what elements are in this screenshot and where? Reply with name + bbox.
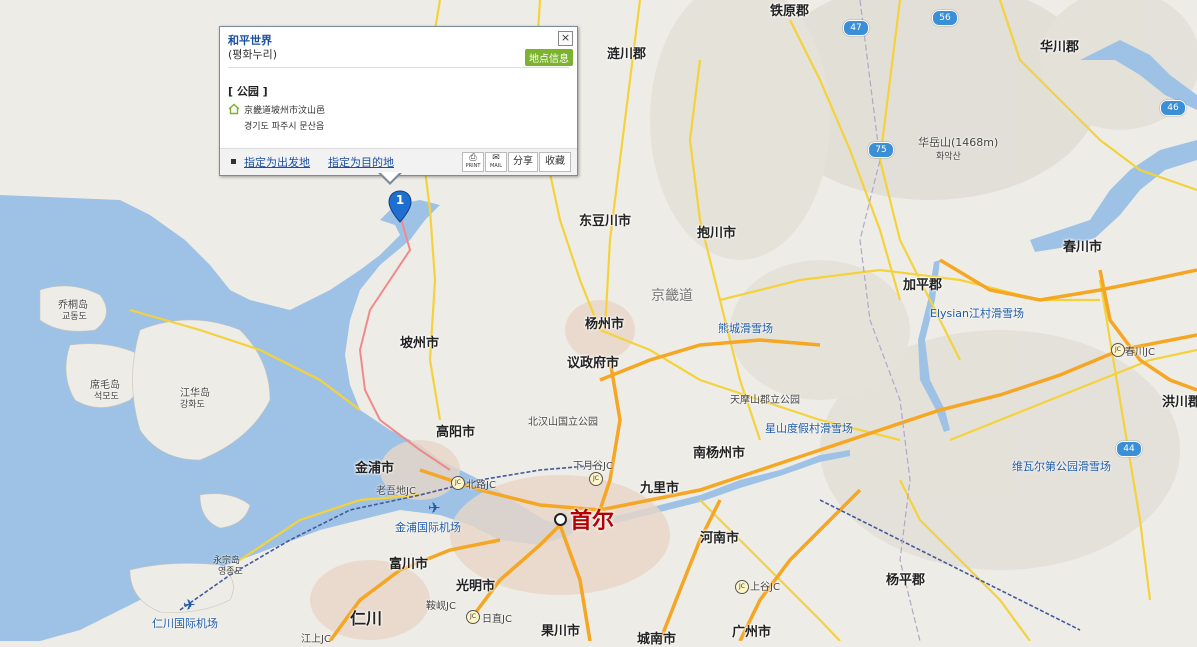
label-hongcheon: 洪川郡: [1162, 395, 1197, 410]
close-icon[interactable]: ×: [558, 31, 573, 46]
junction-icon: JC: [735, 580, 749, 594]
route-shield-75: 75: [868, 142, 894, 158]
label-gyeonggi: 京畿道: [651, 288, 693, 304]
marker-number: 1: [395, 193, 405, 207]
location-marker[interactable]: 1: [387, 190, 413, 224]
airport-icon: ✈: [183, 596, 196, 614]
place-info-button[interactable]: 地点信息: [525, 49, 573, 66]
airport-icon: ✈: [428, 499, 441, 517]
favorite-button[interactable]: 收藏: [539, 152, 571, 172]
label-iljik-jc: 日直JC: [482, 614, 512, 625]
label-star-hill: 星山度假村滑雪场: [765, 422, 853, 435]
label-chuncheon-jc: 春川JC: [1125, 347, 1155, 358]
label-bucheon: 富川市: [389, 557, 429, 572]
label-namyangju: 南杨州市: [693, 446, 746, 461]
junction-icon: JC: [589, 472, 603, 486]
label-goyang: 高阳市: [436, 425, 476, 440]
label-yeongjong-kr: 영종도: [218, 567, 243, 577]
junction-icon: JC: [466, 610, 480, 624]
home-icon: [228, 103, 240, 115]
label-yangju: 杨州市: [585, 317, 625, 332]
label-yeoncheon: 涟川郡: [607, 47, 647, 62]
label-gwangmyeong: 光明市: [456, 579, 496, 594]
label-bear-town: 熊城滑雪场: [718, 322, 773, 335]
place-subtitle: (평화누리): [228, 48, 278, 61]
label-gwacheon: 果川市: [541, 624, 581, 639]
address-chinese: 京畿道坡州市汶山邑: [244, 106, 326, 116]
printer-icon: ⎙: [469, 153, 477, 163]
label-seongnam: 城南市: [637, 632, 677, 647]
label-elysian: Elysian江村滑雪场: [930, 307, 1025, 320]
label-hwaaksan-kr: 화악산: [936, 152, 961, 162]
share-button[interactable]: 分享: [508, 152, 538, 172]
divider: [228, 67, 569, 68]
label-ganghwa-kr: 강화도: [180, 400, 205, 410]
popup-pointer-fill: [380, 172, 400, 182]
label-gimpo: 金浦市: [355, 461, 395, 476]
route-shield-47: 47: [843, 20, 869, 36]
label-hwacheon: 华川郡: [1040, 40, 1080, 55]
place-category: [ 公园 ]: [228, 85, 268, 98]
label-pocheon: 抱川市: [697, 226, 737, 241]
label-gapyeong: 加平郡: [903, 278, 943, 293]
label-seoul: 首尔: [570, 509, 615, 534]
popup-footer: 指定为出发地 指定为目的地 ⎙ PRINT ✉ MAIL 分享 收藏: [220, 148, 577, 175]
label-incheon-airport: 仁川国际机场: [152, 617, 218, 630]
label-incheon: 仁川: [350, 609, 383, 628]
label-cheonmasan: 天摩山郡立公园: [730, 395, 800, 406]
route-shield-46: 46: [1160, 100, 1186, 116]
route-shield-44: 44: [1116, 441, 1142, 457]
print-button[interactable]: ⎙ PRINT: [462, 152, 484, 172]
mail-button[interactable]: ✉ MAIL: [485, 152, 507, 172]
set-start-link[interactable]: 指定为出发地: [244, 154, 310, 170]
capital-icon: [554, 513, 567, 526]
label-yangpyeong: 杨平郡: [886, 573, 926, 588]
label-paju: 坡州市: [400, 336, 440, 351]
mail-icon: ✉: [492, 153, 500, 163]
label-chuncheon: 春川市: [1063, 240, 1103, 255]
label-vivaldi: 维瓦尔第公园滑雪场: [1012, 460, 1111, 473]
label-gwangju: 广州市: [732, 625, 772, 640]
label-nooji-jc: 老吾地JC: [376, 486, 416, 497]
label-bukno-jc: 北路JC: [466, 480, 496, 491]
label-hawolgok-jc: 下月谷JC: [573, 461, 613, 472]
label-sangok-jc: 上谷JC: [750, 582, 780, 593]
label-bukhansan: 北汉山国立公园: [528, 417, 598, 428]
label-gimpo-airport: 金浦国际机场: [395, 521, 461, 534]
address-korean: 경기도 파주시 문산읍: [244, 122, 325, 132]
label-anhyeon-jc: 鞍岘JC: [426, 601, 456, 612]
place-info-popup: 和平世界 (평화누리) × 地点信息 [ 公园 ] 京畿道坡州市汶山邑 경기도 …: [219, 26, 578, 176]
label-hanam: 河南市: [700, 531, 740, 546]
label-dongducheon: 东豆川市: [579, 214, 632, 229]
route-shield-56: 56: [932, 10, 958, 26]
label-hwaaksan: 华岳山(1468m): [918, 136, 999, 149]
bullet-icon: [231, 159, 236, 164]
label-gyodong-kr: 교동도: [62, 312, 87, 322]
label-uijeongbu: 议政府市: [567, 356, 620, 371]
label-seongmo-kr: 석모도: [94, 392, 119, 402]
label-cheorwon: 铁原郡: [770, 4, 810, 19]
set-destination-link[interactable]: 指定为目的地: [328, 154, 394, 170]
junction-icon: JC: [451, 476, 465, 490]
label-guri: 九里市: [640, 481, 680, 496]
junction-icon: JC: [1111, 343, 1125, 357]
label-gangsang-jc: 江上JC: [301, 634, 331, 645]
